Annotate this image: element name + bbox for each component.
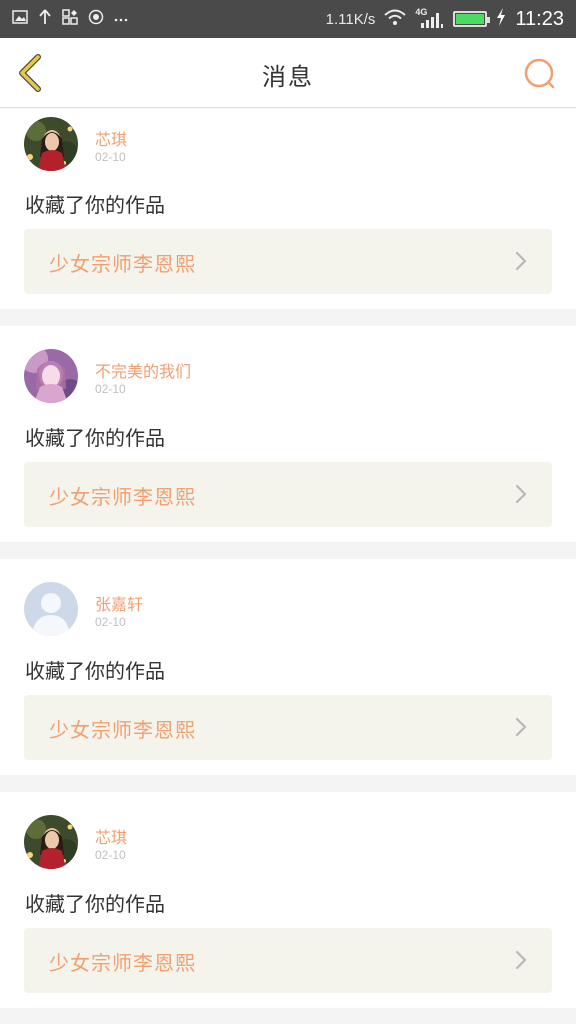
chevron-right-icon (515, 950, 527, 970)
username[interactable]: 不完美的我们 (95, 358, 191, 382)
upload-icon (38, 8, 52, 30)
nav-bar: 消息 (0, 38, 576, 108)
image-icon (12, 9, 28, 29)
work-link[interactable]: 少女宗师李恩熙 (24, 695, 552, 760)
message-date: 02-10 (95, 615, 126, 629)
status-bar-left (12, 8, 128, 30)
user-avatar[interactable] (24, 117, 78, 171)
search-button[interactable] (522, 56, 558, 92)
work-link[interactable]: 少女宗师李恩熙 (24, 229, 552, 294)
page-title: 消息 (262, 63, 314, 91)
action-text: 收藏了你的作品 (25, 892, 165, 916)
action-text: 收藏了你的作品 (25, 659, 165, 683)
message-card[interactable]: 不完美的我们 02-10 收藏了你的作品 少女宗师李恩熙 (0, 326, 576, 542)
message-card[interactable]: 张嘉轩 02-10 收藏了你的作品 少女宗师李恩熙 (0, 559, 576, 775)
work-title: 少女宗师李恩熙 (49, 951, 196, 975)
work-link[interactable]: 少女宗师李恩熙 (24, 928, 552, 993)
message-card[interactable]: 芯琪 02-10 收藏了你的作品 少女宗师李恩熙 (0, 109, 576, 309)
status-time: 11:23 (515, 7, 564, 30)
battery-icon (453, 11, 491, 27)
user-avatar[interactable] (24, 349, 78, 403)
wifi-icon (383, 8, 407, 31)
username[interactable]: 张嘉轩 (95, 591, 143, 615)
message-date: 02-10 (95, 382, 126, 396)
chevron-right-icon (515, 484, 527, 504)
chevron-right-icon (515, 251, 527, 271)
username[interactable]: 芯琪 (95, 824, 127, 848)
network-speed: 1.11K/s (325, 10, 376, 28)
search-icon (524, 58, 555, 89)
status-bar: 1.11K/s 4G 11:23 (0, 0, 576, 38)
message-card[interactable]: 芯琪 02-10 收藏了你的作品 少女宗师李恩熙 (0, 792, 576, 1008)
work-title: 少女宗师李恩熙 (49, 252, 196, 276)
status-bar-right: 1.11K/s 4G 11:23 (326, 7, 564, 32)
app-icon (62, 8, 78, 30)
username[interactable]: 芯琪 (95, 126, 127, 150)
work-title: 少女宗师李恩熙 (49, 485, 196, 509)
user-avatar[interactable] (24, 582, 78, 636)
record-icon (88, 9, 104, 30)
message-date: 02-10 (95, 848, 126, 862)
chevron-right-icon (515, 717, 527, 737)
user-avatar[interactable] (24, 815, 78, 869)
charging-icon (495, 7, 507, 32)
action-text: 收藏了你的作品 (25, 426, 165, 450)
more-icon (114, 10, 128, 28)
action-text: 收藏了你的作品 (25, 193, 165, 217)
work-title: 少女宗师李恩熙 (49, 718, 196, 742)
work-link[interactable]: 少女宗师李恩熙 (24, 462, 552, 527)
message-date: 02-10 (95, 150, 126, 164)
signal-icon: 4G (415, 7, 445, 29)
